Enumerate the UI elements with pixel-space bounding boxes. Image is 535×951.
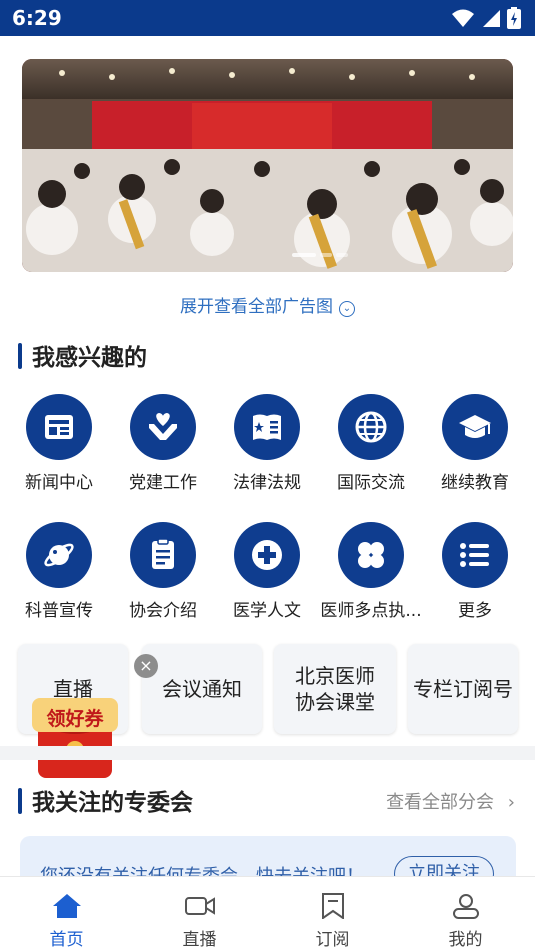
banner-carousel[interactable] [22, 59, 513, 272]
grid-label: 更多 [458, 601, 492, 621]
bottom-tab-bar: 首页 直播 订阅 我的 [0, 876, 535, 951]
grid-label: 党建工作 [129, 473, 197, 493]
battery-icon [507, 7, 521, 29]
grid-label: 协会介绍 [129, 601, 197, 621]
medical-cross-icon [234, 522, 300, 588]
grid-label: 医师多点执... [320, 601, 422, 621]
grid-item-law[interactable]: 法律法规 [215, 394, 319, 493]
tab-label: 订阅 [315, 930, 350, 950]
hands-heart-icon [130, 394, 196, 460]
card-label: 北京医师协会课堂 [295, 664, 375, 714]
grid-item-more[interactable]: 更多 [423, 522, 527, 621]
card-course[interactable]: 北京医师协会课堂 [274, 644, 396, 734]
grid-label: 继续教育 [441, 473, 509, 493]
red-envelope-icon: ¥ [32, 698, 118, 778]
grid-label: 国际交流 [337, 473, 405, 493]
home-icon [52, 894, 81, 918]
wifi-icon [452, 9, 474, 27]
card-label: 专栏订阅号 [413, 677, 513, 701]
followed-section-title: 我关注的专委会 [18, 783, 193, 817]
coupon-label: 领好券 [46, 708, 104, 730]
section-divider [0, 746, 535, 760]
grid-item-humanities[interactable]: 医学人文 [215, 522, 319, 621]
grid-item-education[interactable]: 继续教育 [423, 394, 527, 493]
tab-mine[interactable]: 我的 [399, 877, 532, 950]
grid-label: 科普宣传 [25, 601, 93, 621]
card-label: 会议通知 [162, 677, 242, 701]
chevron-right-icon: › [507, 792, 515, 813]
expand-ads-label: 展开查看全部广告图 [180, 297, 333, 317]
clover-icon [338, 522, 404, 588]
card-column-subscribe[interactable]: 专栏订阅号 [408, 644, 518, 734]
tab-label: 我的 [448, 930, 483, 950]
planet-icon [26, 522, 92, 588]
chevron-down-circle-icon: ⌄ [339, 301, 355, 317]
banner-image [22, 59, 513, 272]
expand-ads-link[interactable]: 展开查看全部广告图 ⌄ [0, 292, 535, 317]
view-all-branches-link[interactable]: 查看全部分会 › [386, 788, 515, 814]
status-icons [451, 7, 521, 29]
interest-section-title: 我感兴趣的 [18, 338, 147, 372]
view-all-label: 查看全部分会 [386, 792, 495, 813]
tab-label: 首页 [49, 930, 84, 950]
grid-item-news[interactable]: 新闻中心 [7, 394, 111, 493]
grid-item-party[interactable]: 党建工作 [111, 394, 215, 493]
list-icon [442, 522, 508, 588]
law-book-icon [234, 394, 300, 460]
close-icon: × [139, 656, 153, 675]
status-time: 6:29 [12, 6, 62, 30]
grid-label: 新闻中心 [25, 473, 93, 493]
bookmark-icon [321, 893, 344, 920]
document-icon [130, 522, 196, 588]
status-bar: 6:29 [0, 0, 535, 36]
tab-live[interactable]: 直播 [133, 877, 266, 950]
coupon-close-button[interactable]: × [134, 654, 158, 678]
tab-subscribe[interactable]: 订阅 [266, 877, 399, 950]
grid-item-about[interactable]: 协会介绍 [111, 522, 215, 621]
coupon-badge[interactable]: ¥ 领好券 [30, 684, 120, 780]
grid-item-international[interactable]: 国际交流 [319, 394, 423, 493]
card-meeting-notice[interactable]: 会议通知 [142, 644, 262, 734]
newspaper-icon [26, 394, 92, 460]
grid-item-multisite[interactable]: 医师多点执... [319, 522, 423, 621]
globe-icon [338, 394, 404, 460]
grid-label: 法律法规 [233, 473, 301, 493]
grid-item-science[interactable]: 科普宣传 [7, 522, 111, 621]
grid-label: 医学人文 [233, 601, 301, 621]
tab-home[interactable]: 首页 [0, 877, 133, 950]
tab-label: 直播 [182, 930, 217, 950]
graduation-cap-icon [442, 394, 508, 460]
user-icon [452, 894, 479, 919]
signal-icon [483, 10, 500, 27]
video-camera-icon [184, 897, 215, 915]
